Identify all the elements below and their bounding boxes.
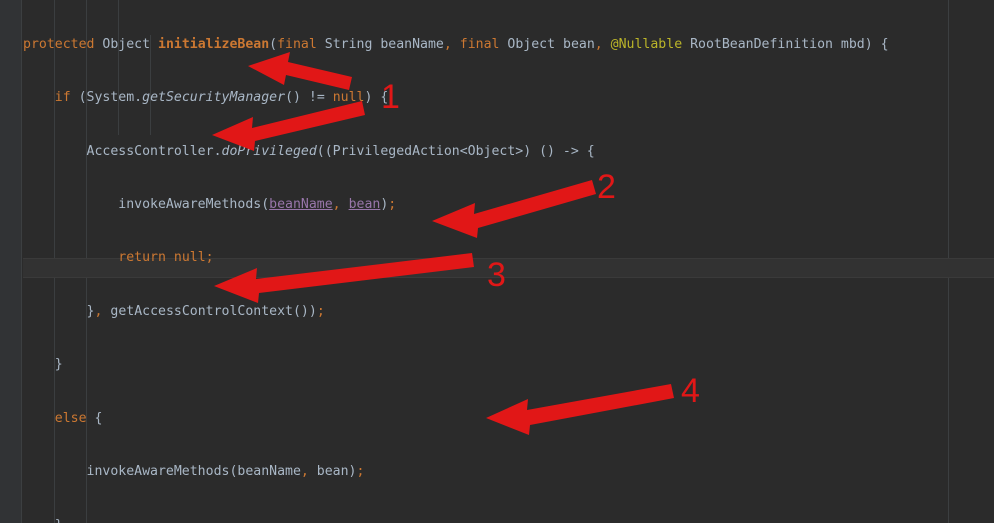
- code-editor[interactable]: protected Object initializeBean(final St…: [0, 0, 994, 523]
- code-line: invokeAwareMethods(beanName, bean);: [86, 464, 365, 480]
- code-line: else {: [54, 410, 103, 426]
- code-line: AccessController.doPrivileged((Privilege…: [86, 143, 595, 159]
- code-line: }, getAccessControlContext());: [86, 303, 325, 319]
- editor-gutter[interactable]: [0, 0, 22, 523]
- code-line: return null;: [118, 250, 214, 266]
- code-line: invokeAwareMethods(beanName, bean);: [118, 196, 397, 212]
- code-line: if (System.getSecurityManager() != null)…: [54, 90, 389, 106]
- code-line: }: [54, 357, 63, 373]
- code-line: protected Object initializeBean(final St…: [23, 36, 889, 52]
- code-content[interactable]: protected Object initializeBean(final St…: [23, 0, 994, 523]
- code-line: }: [23, 517, 994, 523]
